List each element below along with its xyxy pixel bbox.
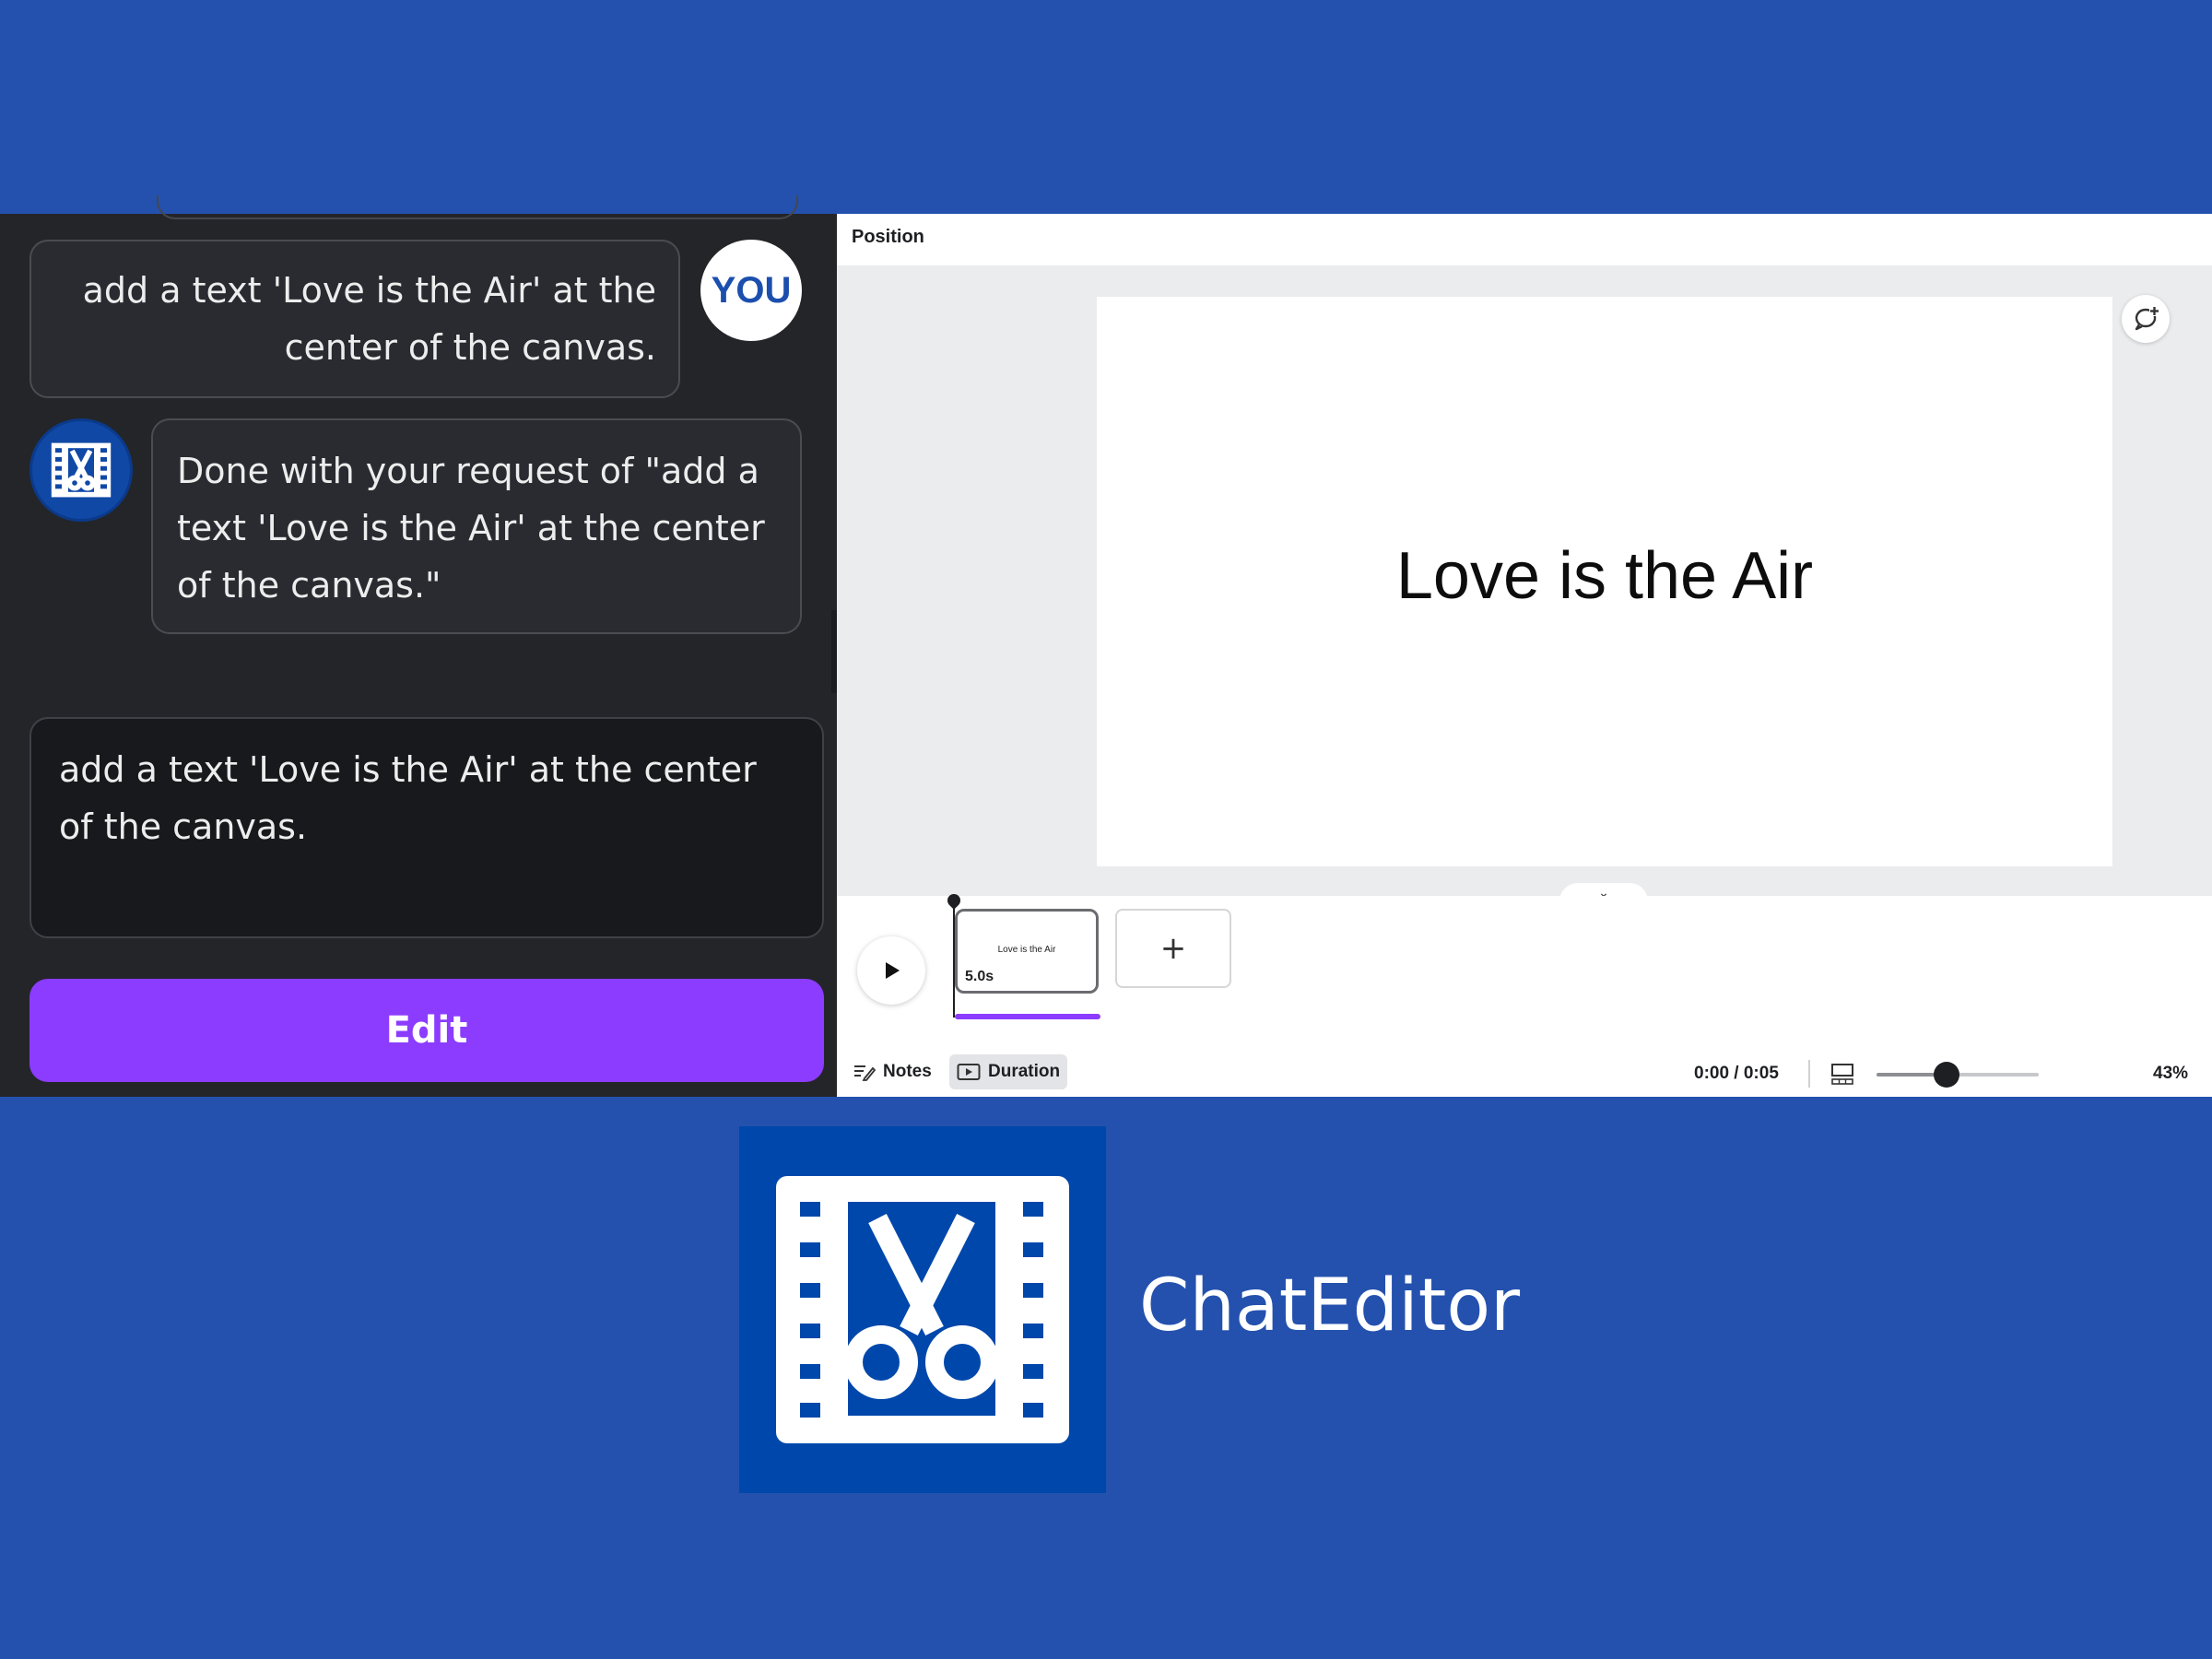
- bot-message-bubble: Done with your request of "add a text 'L…: [151, 418, 802, 634]
- add-page-button[interactable]: +: [1115, 909, 1231, 988]
- time-readout: 0:00 / 0:05: [1694, 1064, 1779, 1083]
- duration-label: Duration: [988, 1062, 1061, 1081]
- app-name: ChatEditor: [1139, 1265, 1521, 1347]
- editor-bottom-bar: Notes Duration 0:00 / 0:05 43%: [837, 1043, 2212, 1097]
- notes-button[interactable]: Notes: [846, 1054, 939, 1089]
- editor-toolbar: Position: [837, 214, 2212, 265]
- user-message-text: add a text 'Love is the Air' at the cent…: [82, 270, 656, 368]
- play-button[interactable]: [857, 936, 925, 1005]
- chat-panel: add a text 'Love is the Air' at the cent…: [0, 195, 846, 1097]
- clip-progress-bar: [955, 1014, 1100, 1019]
- bottom-bar-divider: [1808, 1060, 1810, 1088]
- play-icon: [886, 962, 900, 979]
- bot-avatar: [29, 418, 133, 522]
- duration-button[interactable]: Duration: [949, 1054, 1068, 1089]
- chateditor-logo: [739, 1126, 1106, 1493]
- previous-message-bubble: [157, 195, 798, 219]
- clip-duration: 5.0s: [965, 969, 994, 984]
- prompt-input-text: add a text 'Love is the Air' at the cent…: [59, 749, 757, 847]
- duration-icon: [957, 1064, 981, 1080]
- grid-view-icon[interactable]: [1830, 1062, 1854, 1086]
- notes-icon: [854, 1065, 876, 1081]
- timeline-clip[interactable]: Love is the Air 5.0s: [955, 909, 1099, 994]
- film-scissors-icon: [51, 442, 112, 498]
- timeline-panel: Love is the Air 5.0s + Notes Duration 0:…: [837, 891, 2212, 1097]
- edit-button[interactable]: Edit: [29, 979, 824, 1082]
- zoom-percent[interactable]: 43%: [2153, 1064, 2188, 1084]
- user-message-bubble: add a text 'Love is the Air' at the cent…: [29, 240, 680, 398]
- film-scissors-icon: [776, 1176, 1069, 1443]
- canvas-text-element[interactable]: Love is the Air: [1097, 297, 2112, 866]
- notes-label: Notes: [883, 1062, 932, 1081]
- comment-plus-icon: [2135, 306, 2159, 331]
- add-comment-button[interactable]: [2122, 295, 2170, 343]
- zoom-slider-knob[interactable]: [1933, 1062, 1959, 1088]
- position-button[interactable]: Position: [852, 227, 924, 248]
- app-screenshot: add a text 'Love is the Air' at the cent…: [0, 195, 2212, 1097]
- prompt-input[interactable]: add a text 'Love is the Air' at the cent…: [29, 717, 824, 938]
- clip-thumbnail-text: Love is the Air: [997, 945, 1056, 955]
- editor-area: Position Love is the Air ⌄ Love is the A…: [837, 214, 2212, 1097]
- user-avatar: YOU: [700, 240, 802, 341]
- bot-message-text: Done with your request of "add a text 'L…: [177, 451, 765, 606]
- design-canvas[interactable]: Love is the Air: [1097, 297, 2112, 866]
